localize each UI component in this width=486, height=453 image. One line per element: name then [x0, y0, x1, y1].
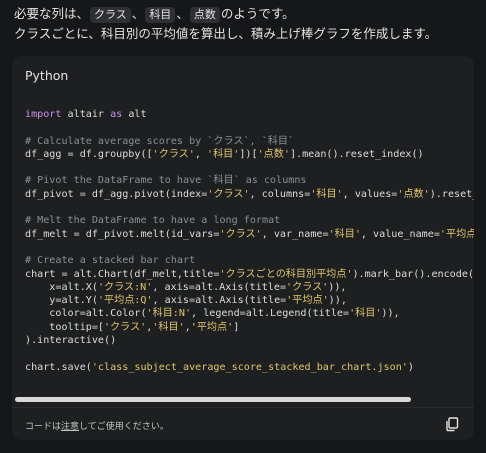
code-language-label: Python	[25, 68, 69, 83]
response-text: 必要な列は、 クラス、科目、点数 のようです。 クラスごとに、科目別の平均値を算出し…	[14, 4, 482, 44]
code-line: chart.save('class_subject_average_score_…	[25, 361, 414, 373]
code-line: df_pivot = df_agg.pivot(index='クラス', col…	[25, 188, 474, 200]
code-line: ).interactive()	[25, 335, 117, 347]
code-line: df_melt = df_pivot.melt(id_vars='クラス', v…	[25, 228, 474, 240]
disclaimer-text: してご使用ください。	[79, 422, 169, 432]
code-line: df_agg = df.groupby(['クラス', '科目'])['点数']…	[25, 148, 424, 160]
code-disclaimer: コードは注意してご使用ください。	[25, 419, 169, 432]
code-line: import altair as alt	[25, 109, 147, 120]
code-line: tooltip=['クラス','科目','平均点']	[25, 321, 240, 333]
code-content[interactable]: import altair as alt # Calculate average…	[25, 108, 474, 374]
code-line: chart = alt.Chart(df_melt,title='クラスごとの科…	[25, 268, 474, 280]
disclaimer-text: コードは	[25, 422, 62, 432]
code-line: y=alt.Y('平均点:Q', axis=alt.Axis(title='平均…	[25, 295, 347, 307]
inline-code-subject: 科目	[145, 7, 176, 23]
code-line: color=alt.Color('科目:N', legend=alt.Legen…	[25, 308, 400, 320]
code-comment: # Pivot the DataFrame to have `科目` as co…	[25, 175, 307, 187]
separator: 、	[176, 6, 189, 21]
inline-code-class: クラス	[90, 7, 131, 23]
intro-text: 必要な列は、	[14, 6, 90, 21]
inline-code-score: 点数	[189, 7, 220, 23]
intro-line-2: クラスごとに、科目別の平均値を算出し、積み上げ棒グラフを作成します。	[14, 26, 438, 41]
copy-icon	[446, 417, 459, 432]
intro-line-1: 必要な列は、 クラス、科目、点数 のようです。	[14, 4, 482, 24]
code-comment: # Melt the DataFrame to have a long form…	[25, 215, 281, 227]
scrollbar-thumb[interactable]	[15, 397, 411, 402]
code-comment: # Create a stacked bar chart	[25, 255, 196, 267]
caution-link[interactable]: 注意	[61, 422, 79, 432]
horizontal-scrollbar[interactable]	[12, 394, 474, 404]
copy-code-button[interactable]	[444, 416, 460, 432]
divider	[12, 407, 474, 408]
code-comment: # Calculate average scores by `クラス`, `科目…	[25, 135, 295, 147]
intro-text: のようです。	[220, 6, 295, 21]
code-line: x=alt.X('クラス:N', axis=alt.Axis(title='クラ…	[25, 281, 347, 293]
code-block: Python import altair as alt # Calculate …	[12, 56, 474, 440]
separator: 、	[131, 6, 145, 21]
